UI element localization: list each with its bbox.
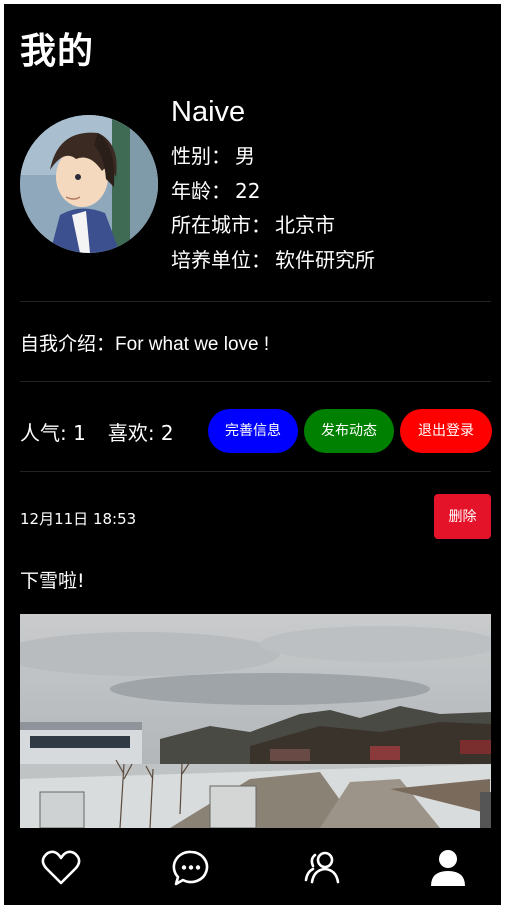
page-title: 我的 — [20, 31, 95, 72]
city-label: 所在城市： — [171, 213, 271, 237]
edit-profile-button[interactable]: 完善信息 — [208, 409, 298, 453]
app-screen: 我的 Naive 性别：男 年龄： 22 所在城市： 北京市 培养单位： 软件研究所 — [4, 4, 501, 905]
post-text: 下雪啦! — [20, 570, 85, 592]
age-row: 年龄： 22 — [171, 174, 375, 209]
divider — [20, 381, 491, 382]
user-icon — [428, 848, 468, 888]
org-label: 培养单位： — [171, 247, 271, 272]
tab-likes[interactable] — [36, 846, 86, 890]
divider — [20, 301, 491, 302]
logout-button[interactable]: 退出登录 — [400, 409, 492, 453]
org-value: 软件研究所 — [275, 247, 375, 272]
delete-post-button[interactable]: 删除 — [434, 494, 491, 539]
avatar[interactable] — [20, 115, 158, 253]
profile-info: Naive 性别：男 年龄： 22 所在城市： 北京市 培养单位： 软件研究所 — [171, 94, 375, 277]
chat-bubble-icon — [171, 848, 211, 888]
org-row: 培养单位： 软件研究所 — [171, 243, 375, 278]
tab-friends[interactable] — [298, 846, 348, 890]
username: Naive — [171, 96, 246, 128]
divider — [20, 471, 491, 472]
heart-icon — [41, 850, 81, 886]
publish-post-button[interactable]: 发布动态 — [304, 409, 394, 453]
intro-value: For what we love ! — [115, 334, 270, 355]
self-intro: 自我介绍：For what we love ! — [20, 329, 269, 356]
gender-value: 男 — [235, 144, 255, 168]
friends-icon — [303, 848, 343, 888]
post-timestamp: 12月11日 18:53 — [20, 510, 137, 528]
age-label: 年龄： — [171, 178, 231, 203]
gender-row: 性别：男 — [171, 139, 375, 174]
tab-messages[interactable] — [166, 846, 216, 890]
city-row: 所在城市： 北京市 — [171, 208, 375, 243]
post-image[interactable] — [20, 614, 491, 828]
popularity-count: 人气: 1 — [20, 421, 86, 445]
age-value: 22 — [235, 178, 261, 203]
tab-profile[interactable] — [423, 846, 473, 890]
gender-label: 性别： — [171, 144, 231, 168]
city-value: 北京市 — [275, 213, 335, 237]
stats-row: 人气: 1 喜欢: 2 — [20, 417, 174, 446]
intro-label: 自我介绍： — [20, 333, 116, 355]
bottom-tab-bar — [4, 828, 501, 905]
likes-count: 喜欢: 2 — [107, 421, 174, 445]
